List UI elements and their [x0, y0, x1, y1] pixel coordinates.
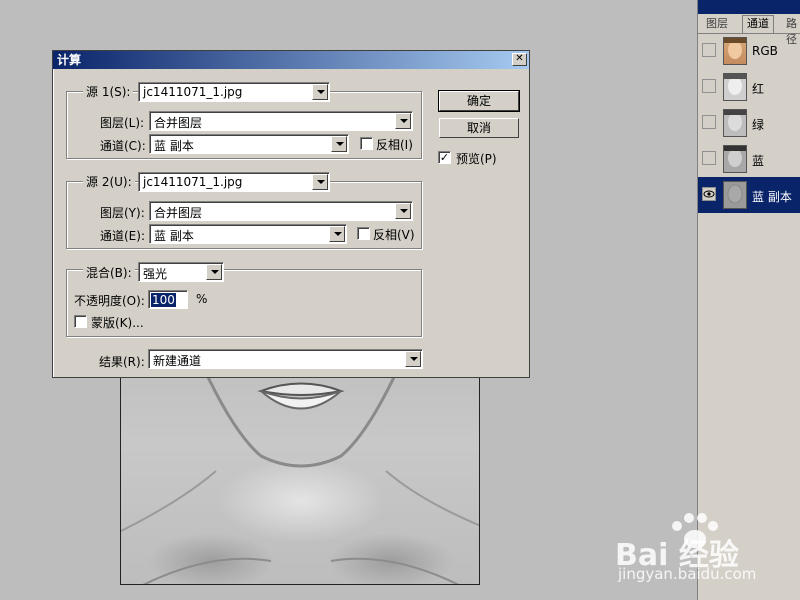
- source2-invert-label[interactable]: 反相(V): [373, 226, 415, 243]
- source1-channel-value: 蓝 副本: [154, 139, 194, 153]
- visibility-toggle[interactable]: [702, 43, 716, 57]
- baidu-watermark: Bai 经验 jingyan.baidu.com: [610, 510, 795, 595]
- visibility-toggle[interactable]: [702, 79, 716, 93]
- result-select[interactable]: 新建通道: [148, 349, 423, 369]
- watermark-url: jingyan.baidu.com: [618, 565, 757, 583]
- source1-invert-checkbox[interactable]: [360, 137, 373, 150]
- dialog-titlebar[interactable]: 计算 ✕: [53, 51, 529, 69]
- channel-thumbnail: [723, 73, 747, 101]
- source2-layer-select[interactable]: 合并图层: [149, 201, 413, 221]
- channel-label: 蓝: [752, 154, 765, 168]
- channel-row-blue-copy[interactable]: 蓝 副本: [698, 177, 800, 213]
- chevron-down-icon: [405, 351, 421, 367]
- source2-layer-label: 图层(Y):: [100, 206, 145, 220]
- channel-label: 蓝 副本: [752, 190, 792, 204]
- channel-row-blue[interactable]: 蓝: [698, 141, 800, 177]
- result-label: 结果(R):: [99, 355, 145, 369]
- source1-layer-value: 合并图层: [154, 116, 203, 130]
- calculations-dialog: 计算 ✕ 源 1(S): jc1411071_1.jpg 图层(L): 合并图层…: [52, 50, 530, 378]
- panel-tab-bar: 图层 通道 路径: [698, 14, 800, 46]
- channel-thumbnail: [723, 145, 747, 173]
- visibility-toggle[interactable]: [702, 115, 716, 129]
- document-canvas[interactable]: [120, 350, 480, 585]
- close-icon: ✕: [515, 53, 524, 64]
- source2-layer-value: 合并图层: [154, 206, 203, 220]
- channel-label: RGB: [752, 44, 778, 58]
- channel-thumbnail: [723, 37, 747, 65]
- channel-row-red[interactable]: 红: [698, 69, 800, 105]
- tab-layers[interactable]: 图层: [702, 16, 732, 32]
- channel-label: 绿: [752, 118, 765, 132]
- chevron-down-icon: [395, 203, 411, 219]
- opacity-unit: %: [196, 292, 208, 306]
- source1-file-select[interactable]: jc1411071_1.jpg: [138, 82, 330, 102]
- blend-mode-select[interactable]: 强光: [138, 262, 224, 282]
- source1-invert-label[interactable]: 反相(I): [376, 136, 413, 153]
- source2-channel-value: 蓝 副本: [154, 229, 194, 243]
- source1-label: 源 1(S):: [83, 83, 134, 100]
- source2-channel-select[interactable]: 蓝 副本: [149, 224, 347, 244]
- channel-thumbnail: [723, 109, 747, 137]
- preview-label[interactable]: 预览(P): [456, 150, 497, 167]
- source2-label: 源 2(U):: [83, 173, 135, 190]
- source1-channel-select[interactable]: 蓝 副本: [149, 134, 349, 154]
- channel-row-green[interactable]: 绿: [698, 105, 800, 141]
- canvas-face-image: [121, 351, 479, 584]
- blend-label: 混合(B):: [83, 264, 135, 281]
- opacity-value: 100: [151, 293, 176, 307]
- mask-checkbox[interactable]: [74, 315, 87, 328]
- source2-file-select[interactable]: jc1411071_1.jpg: [138, 172, 330, 192]
- cancel-button[interactable]: 取消: [439, 118, 519, 138]
- preview-checkbox[interactable]: ✓: [438, 151, 451, 164]
- ok-button[interactable]: 确定: [438, 90, 520, 112]
- mask-label[interactable]: 蒙版(K)...: [91, 314, 144, 331]
- chevron-down-icon: [329, 226, 345, 242]
- source1-file-value: jc1411071_1.jpg: [143, 85, 243, 99]
- chevron-down-icon: [312, 174, 328, 190]
- source2-file-value: jc1411071_1.jpg: [143, 175, 243, 189]
- tab-paths[interactable]: 路径: [782, 16, 800, 46]
- source1-layer-label: 图层(L):: [100, 116, 145, 130]
- source2-channel-label: 通道(E):: [100, 229, 145, 243]
- tab-channels[interactable]: 通道: [742, 15, 774, 33]
- chevron-down-icon: [331, 136, 347, 152]
- source1-layer-select[interactable]: 合并图层: [149, 111, 413, 131]
- chevron-down-icon: [312, 84, 328, 100]
- blend-mode-value: 强光: [143, 267, 168, 281]
- opacity-label: 不透明度(O):: [74, 294, 145, 308]
- visibility-toggle[interactable]: [702, 151, 716, 165]
- eye-icon[interactable]: [702, 187, 716, 201]
- result-value: 新建通道: [153, 354, 202, 368]
- chevron-down-icon: [206, 264, 222, 280]
- channel-row-rgb[interactable]: RGB: [698, 33, 800, 69]
- dialog-title: 计算: [57, 53, 82, 67]
- chevron-down-icon: [395, 113, 411, 129]
- panel-titlebar: [698, 0, 800, 14]
- close-button[interactable]: ✕: [512, 53, 527, 66]
- opacity-input[interactable]: 100: [148, 290, 188, 309]
- channel-label: 红: [752, 82, 765, 96]
- source2-invert-checkbox[interactable]: [357, 227, 370, 240]
- channel-thumbnail: [723, 181, 747, 209]
- source1-channel-label: 通道(C):: [100, 139, 146, 153]
